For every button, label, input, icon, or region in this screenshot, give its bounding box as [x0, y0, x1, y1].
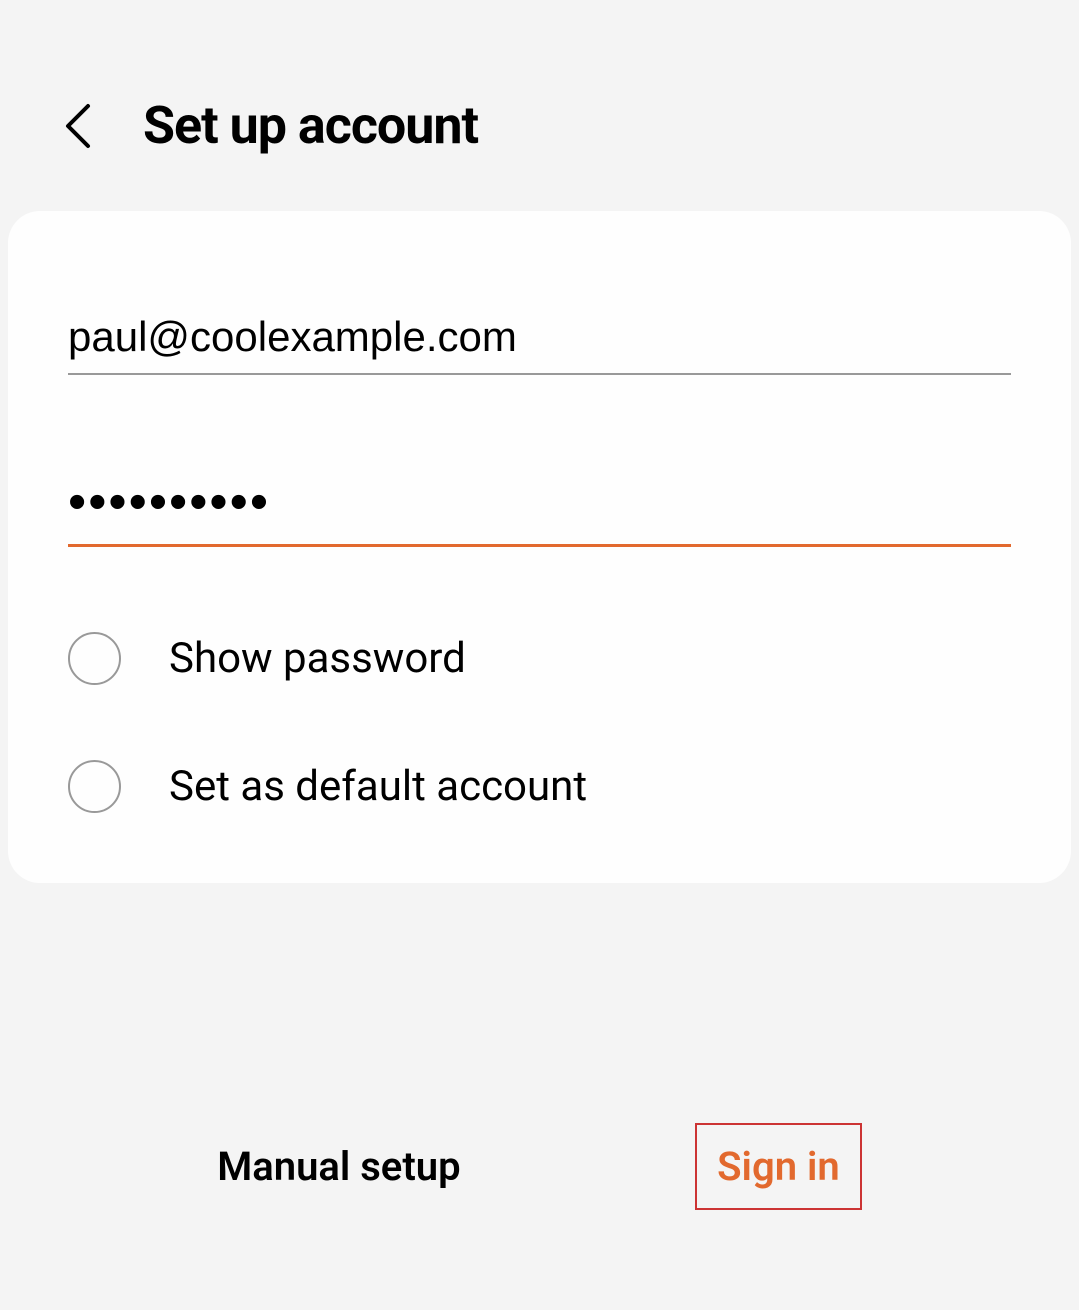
page-title: Set up account [143, 95, 478, 156]
set-default-label: Set as default account [169, 762, 587, 811]
show-password-label: Show password [169, 634, 466, 683]
email-field[interactable] [68, 301, 1011, 375]
form-card: Show password Set as default account [8, 211, 1071, 883]
back-icon[interactable] [63, 102, 93, 150]
header: Set up account [0, 0, 1079, 211]
show-password-checkbox[interactable] [68, 632, 121, 685]
sign-in-button[interactable]: Sign in [695, 1123, 862, 1210]
show-password-row[interactable]: Show password [68, 632, 1011, 685]
footer: Manual setup Sign in [0, 1123, 1079, 1210]
set-default-checkbox[interactable] [68, 760, 121, 813]
set-default-row[interactable]: Set as default account [68, 760, 1011, 813]
email-input-group [68, 301, 1011, 375]
manual-setup-button[interactable]: Manual setup [217, 1143, 460, 1190]
password-input-group [68, 460, 1011, 547]
password-field[interactable] [68, 460, 1011, 547]
